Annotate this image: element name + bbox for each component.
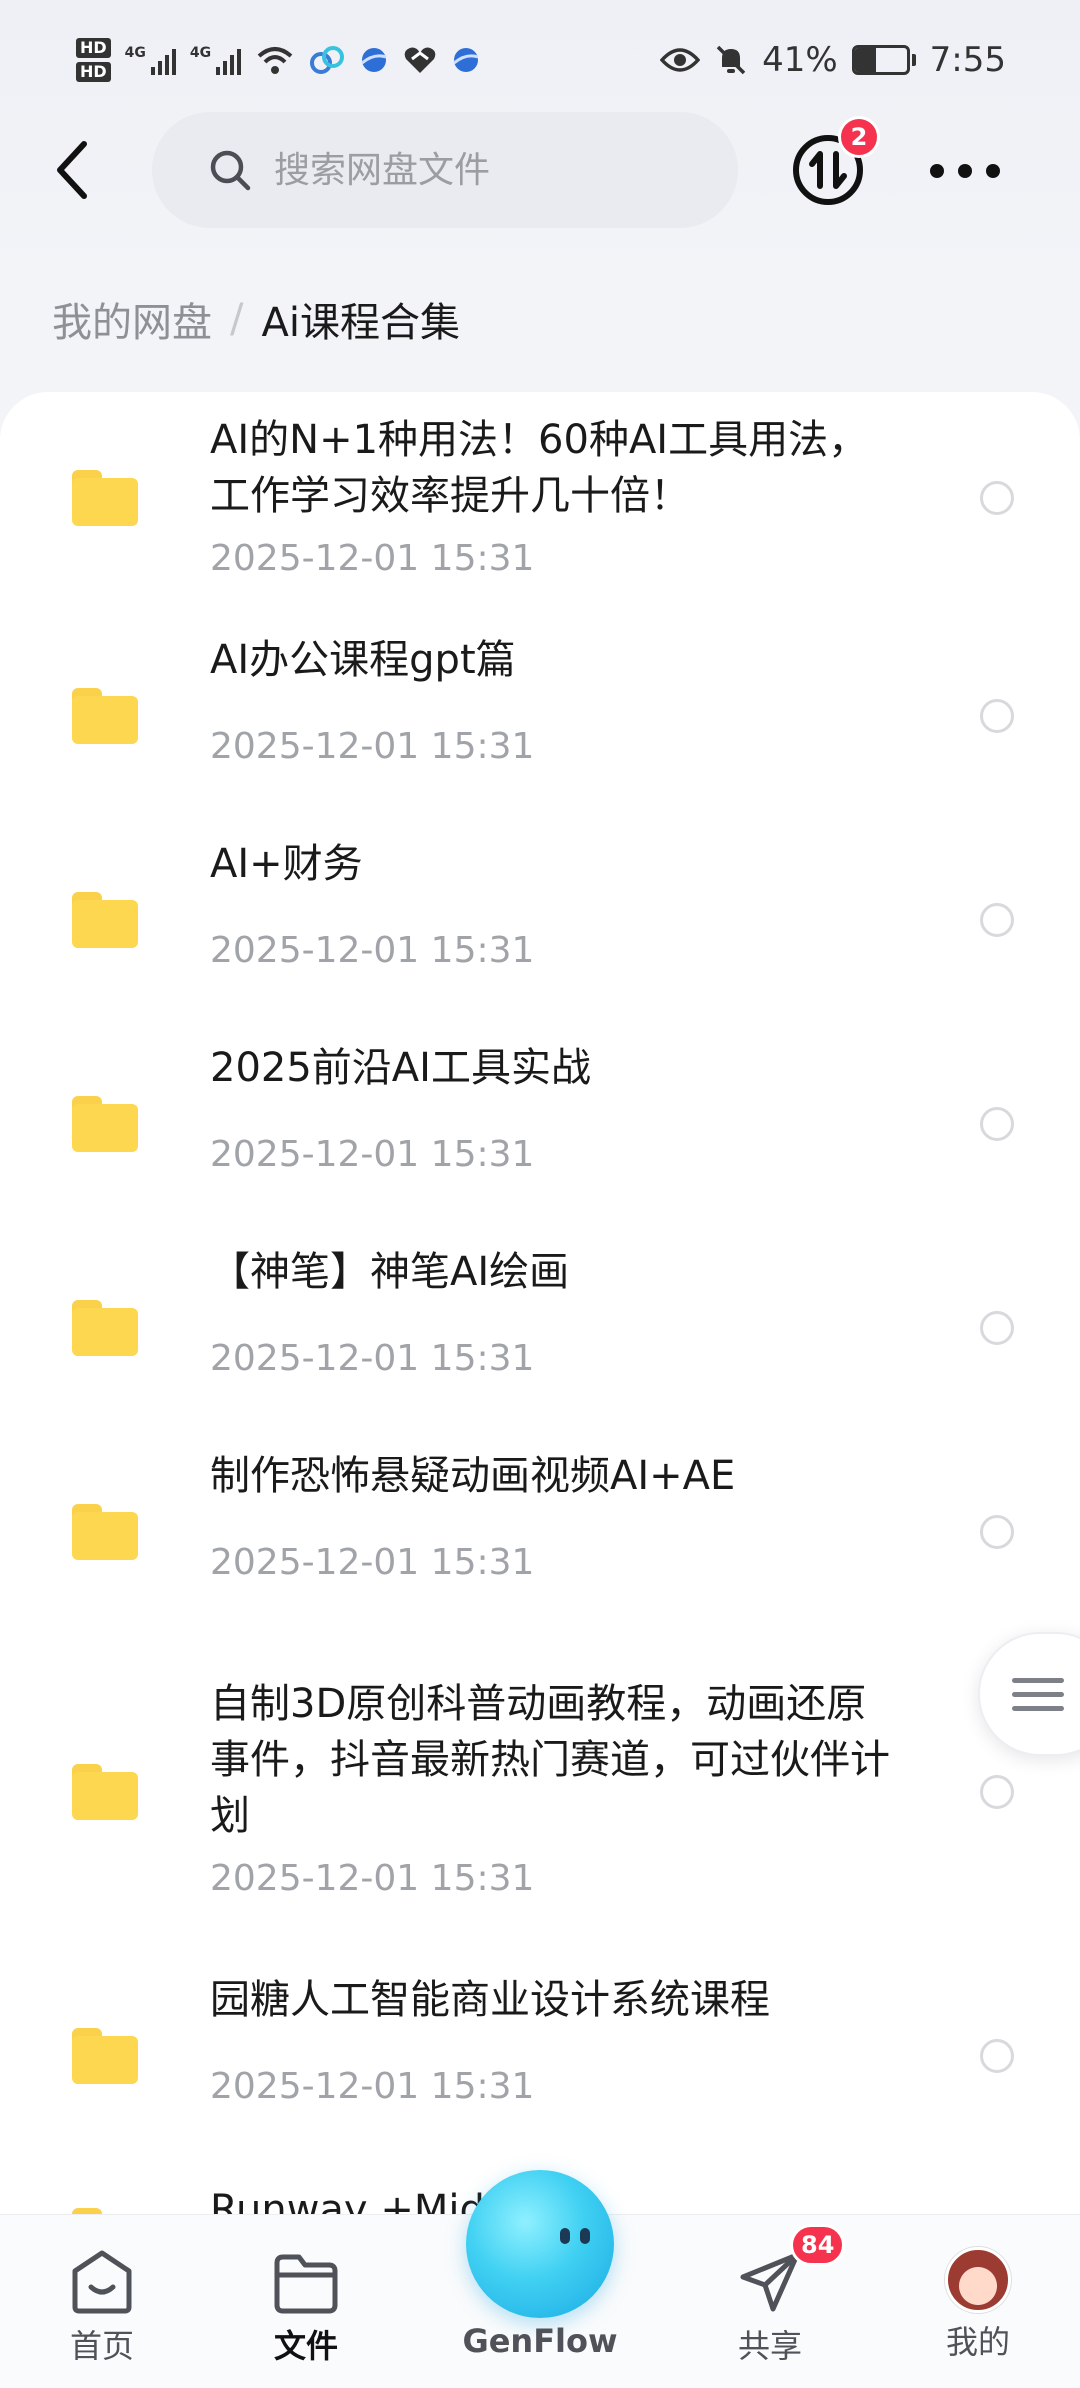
eye-icon — [660, 48, 701, 72]
select-radio[interactable] — [980, 1775, 1014, 1809]
cloud-app-icon — [310, 46, 345, 74]
file-row[interactable]: 2025前沿AI工具实战 2025-12-01 15:31 — [0, 1040, 1080, 1210]
nav-mine-label: 我的 — [945, 2323, 1010, 2361]
hd2-label: HD — [76, 62, 111, 82]
file-row[interactable]: AI办公课程gpt篇 2025-12-01 15:31 — [0, 632, 1080, 802]
nav-files-label: 文件 — [273, 2327, 338, 2365]
select-radio[interactable] — [980, 1515, 1014, 1549]
folder-icon — [72, 470, 138, 526]
folder-icon — [72, 892, 138, 948]
file-name: 2025前沿AI工具实战 — [210, 1045, 591, 1091]
chevron-left-icon — [57, 141, 87, 199]
file-list: AI的N+1种用法！60种AI工具用法，工作学习效率提升几十倍！ 2025-12… — [0, 392, 1080, 2388]
folder-icon — [72, 1096, 138, 1152]
file-date: 2025-12-01 15:31 — [210, 2066, 535, 2107]
signal-1-icon: 4G — [125, 45, 176, 75]
more-dot — [958, 164, 972, 178]
file-name: AI的N+1种用法！60种AI工具用法，工作学习效率提升几十倍！ — [210, 417, 869, 519]
heart-app-icon — [404, 47, 436, 73]
genflow-label[interactable]: GenFlow — [440, 2322, 640, 2360]
more-options-button[interactable] — [930, 146, 1000, 196]
clock: 7:55 — [929, 40, 1006, 80]
battery-icon — [851, 45, 916, 75]
nav-home-label: 首页 — [69, 2327, 134, 2365]
status-left: HD HD 4G 4G — [76, 38, 481, 82]
menu-lines-icon — [1012, 1678, 1064, 1720]
battery-percent: 41% — [762, 40, 838, 80]
file-name: 【神笔】神笔AI绘画 — [210, 1249, 570, 1295]
breadcrumb-current: Ai课程合集 — [261, 300, 460, 346]
more-dot — [986, 164, 1000, 178]
search-bar[interactable] — [152, 112, 738, 228]
genflow-button[interactable] — [466, 2170, 614, 2318]
file-row[interactable]: 制作恐怖悬疑动画视频AI+AE 2025-12-01 15:31 — [0, 1448, 1080, 1618]
back-button[interactable] — [40, 138, 104, 202]
select-radio[interactable] — [980, 2039, 1014, 2073]
select-radio[interactable] — [980, 699, 1014, 733]
file-date: 2025-12-01 15:31 — [210, 1542, 535, 1583]
select-radio[interactable] — [980, 1311, 1014, 1345]
file-date: 2025-12-01 15:31 — [210, 1338, 535, 1379]
search-icon — [210, 150, 251, 191]
net2-label: 4G — [189, 45, 212, 61]
net1-label: 4G — [124, 45, 146, 61]
file-row[interactable]: AI+财务 2025-12-01 15:31 — [0, 836, 1080, 1006]
file-date: 2025-12-01 15:31 — [210, 1858, 535, 1899]
nav-files[interactable]: 文件 — [236, 2247, 376, 2367]
nav-share-label: 共享 — [737, 2327, 802, 2365]
avatar — [945, 2247, 1011, 2313]
file-row[interactable]: 【神笔】神笔AI绘画 2025-12-01 15:31 — [0, 1244, 1080, 1414]
file-name: 园糖人工智能商业设计系统课程 — [210, 1977, 770, 2023]
status-bar: HD HD 4G 4G 41% 7:55 — [0, 0, 1080, 120]
more-dot — [930, 164, 944, 178]
file-date: 2025-12-01 15:31 — [210, 1134, 535, 1175]
folder-icon — [72, 1764, 138, 1820]
hd1-label: HD — [76, 38, 111, 58]
app-screen: HD HD 4G 4G 41% 7:55 搜索网盘文件 2 我的网盘 / Ai课… — [0, 0, 1080, 2388]
file-row[interactable]: AI的N+1种用法！60种AI工具用法，工作学习效率提升几十倍！ 2025-12… — [0, 392, 1080, 602]
wifi-icon — [257, 47, 293, 74]
file-row[interactable]: 自制3D原创科普动画教程，动画还原事件，抖音最新热门赛道，可过伙伴计划 2025… — [0, 1676, 1080, 1906]
signal-2-icon: 4G — [189, 45, 242, 75]
share-badge: 84 — [790, 2224, 846, 2266]
mute-bell-icon — [716, 45, 746, 75]
folder-icon — [72, 1504, 138, 1560]
file-date: 2025-12-01 15:31 — [210, 930, 535, 971]
file-name: AI办公课程gpt篇 — [210, 637, 516, 683]
select-radio[interactable] — [980, 481, 1014, 515]
home-smile-icon — [72, 2250, 132, 2314]
folder-icon — [72, 2028, 138, 2084]
genflow-eye — [560, 2228, 570, 2244]
file-row[interactable]: 园糖人工智能商业设计系统课程 2025-12-01 15:31 — [0, 1972, 1080, 2142]
top-bar: 2 — [0, 112, 1080, 232]
breadcrumb-root[interactable]: 我的网盘 — [52, 290, 212, 348]
file-name: 制作恐怖悬疑动画视频AI+AE — [210, 1453, 736, 1499]
status-right: 41% 7:55 — [660, 40, 1006, 80]
search-input[interactable] — [274, 149, 694, 191]
file-name: 自制3D原创科普动画教程，动画还原事件，抖音最新热门赛道，可过伙伴计划 — [210, 1681, 890, 1839]
folder-icon — [72, 688, 138, 744]
breadcrumb-separator: / — [230, 296, 244, 342]
transfer-badge: 2 — [838, 116, 880, 158]
breadcrumb: 我的网盘 / Ai课程合集 — [52, 290, 460, 348]
file-name: AI+财务 — [210, 841, 363, 887]
planet-app-icon — [361, 48, 387, 72]
nav-home[interactable]: 首页 — [32, 2247, 172, 2367]
hd-indicator: HD HD — [76, 38, 111, 82]
folder-icon — [72, 1300, 138, 1356]
select-radio[interactable] — [980, 1107, 1014, 1141]
folder-nav-icon — [274, 2254, 338, 2314]
genflow-eye — [580, 2228, 590, 2244]
select-radio[interactable] — [980, 903, 1014, 937]
file-date: 2025-12-01 15:31 — [210, 726, 535, 767]
file-date: 2025-12-01 15:31 — [210, 538, 535, 579]
planet-app-2-icon — [453, 48, 479, 72]
nav-mine[interactable]: 我的 — [908, 2247, 1048, 2363]
